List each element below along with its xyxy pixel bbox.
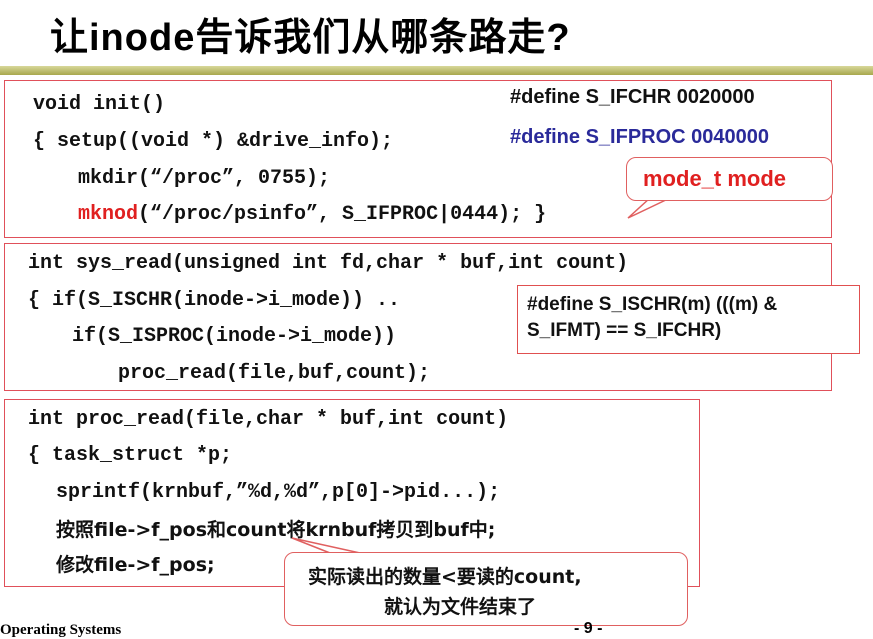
count-callout-tail (291, 537, 361, 554)
count-callout-line-2: 就认为文件结束了 (384, 596, 537, 618)
footer-course-name: Operating Systems (0, 622, 122, 638)
footer-page-number: - 9 - (574, 620, 603, 637)
count-callout-line-1: 实际读出的数量<要读的count, (308, 566, 582, 588)
